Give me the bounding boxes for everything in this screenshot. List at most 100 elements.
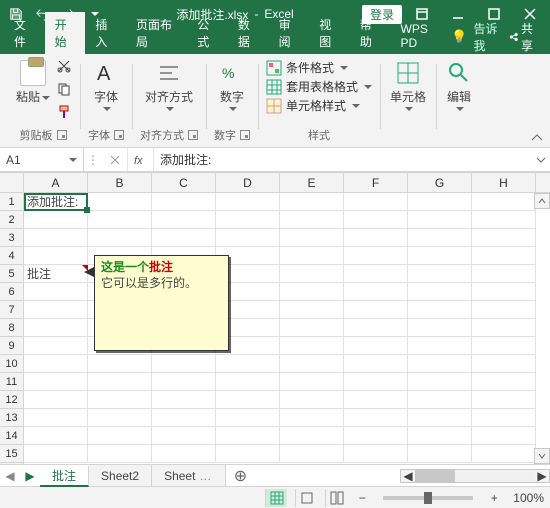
collapse-ribbon-icon[interactable] <box>528 131 546 145</box>
comment-popup[interactable]: 这是一个批注 它可以是多行的。 <box>94 255 229 351</box>
zoom-thumb[interactable] <box>424 492 432 504</box>
editing-button[interactable]: 编辑 <box>444 58 474 113</box>
tellme-label[interactable]: 告诉我 <box>473 20 502 54</box>
col-header-E[interactable]: E <box>280 173 344 192</box>
row-header-14[interactable]: 14 <box>0 427 23 445</box>
cell-styles-button[interactable]: 单元格样式 <box>266 96 360 115</box>
cell-B14[interactable] <box>88 427 152 445</box>
cell-B12[interactable] <box>88 391 152 409</box>
cells-area[interactable]: 这是一个批注 它可以是多行的。 添加批注:批注 <box>24 193 550 464</box>
cell-F3[interactable] <box>344 229 408 247</box>
normal-view-icon[interactable] <box>265 489 287 507</box>
cell-F5[interactable] <box>344 265 408 283</box>
cell-C2[interactable] <box>152 211 216 229</box>
worksheet-grid[interactable]: ABCDEFGH 123456789101112131415 这是一个批注 它可… <box>0 172 550 464</box>
cell-A10[interactable] <box>24 355 88 373</box>
cell-E12[interactable] <box>280 391 344 409</box>
cell-C14[interactable] <box>152 427 216 445</box>
cell-H12[interactable] <box>472 391 536 409</box>
row-header-10[interactable]: 10 <box>0 355 23 373</box>
cell-F12[interactable] <box>344 391 408 409</box>
paste-button[interactable]: 粘贴 <box>14 58 52 107</box>
tellme-icon[interactable]: 💡 <box>451 29 467 45</box>
cell-E10[interactable] <box>280 355 344 373</box>
scroll-up-icon[interactable] <box>534 193 550 209</box>
cell-C1[interactable] <box>152 193 216 211</box>
cell-B10[interactable] <box>88 355 152 373</box>
copy-icon[interactable] <box>56 81 72 100</box>
row-header-5[interactable]: 5 <box>0 265 23 283</box>
cell-H11[interactable] <box>472 373 536 391</box>
cells-button[interactable]: 单元格 <box>388 58 428 113</box>
cell-F6[interactable] <box>344 283 408 301</box>
cell-E15[interactable] <box>280 445 344 463</box>
cell-G1[interactable] <box>408 193 472 211</box>
cell-F11[interactable] <box>344 373 408 391</box>
cell-D3[interactable] <box>216 229 280 247</box>
cell-C10[interactable] <box>152 355 216 373</box>
hscroll-thumb[interactable] <box>415 470 455 482</box>
cell-G6[interactable] <box>408 283 472 301</box>
format-as-table-button[interactable]: 套用表格格式 <box>266 77 372 96</box>
name-box[interactable]: A1 <box>0 148 84 171</box>
cell-F4[interactable] <box>344 247 408 265</box>
page-break-view-icon[interactable] <box>325 489 347 507</box>
row-header-11[interactable]: 11 <box>0 373 23 391</box>
formula-bar[interactable]: 添加批注: <box>154 148 532 171</box>
cell-G3[interactable] <box>408 229 472 247</box>
row-header-2[interactable]: 2 <box>0 211 23 229</box>
cell-A8[interactable] <box>24 319 88 337</box>
alignment-launcher-icon[interactable] <box>188 130 198 140</box>
scroll-down-icon[interactable] <box>534 448 550 464</box>
cell-C15[interactable] <box>152 445 216 463</box>
cell-B11[interactable] <box>88 373 152 391</box>
cell-G2[interactable] <box>408 211 472 229</box>
row-headers[interactable]: 123456789101112131415 <box>0 193 24 464</box>
conditional-format-button[interactable]: 条件格式 <box>266 58 348 77</box>
tab-wps[interactable]: WPS PD <box>391 18 452 54</box>
cell-E5[interactable] <box>280 265 344 283</box>
cell-D14[interactable] <box>216 427 280 445</box>
cell-A12[interactable] <box>24 391 88 409</box>
cell-C12[interactable] <box>152 391 216 409</box>
cell-D13[interactable] <box>216 409 280 427</box>
cell-E2[interactable] <box>280 211 344 229</box>
col-header-B[interactable]: B <box>88 173 152 192</box>
cell-G7[interactable] <box>408 301 472 319</box>
number-launcher-icon[interactable] <box>240 130 250 140</box>
cell-A14[interactable] <box>24 427 88 445</box>
cell-E7[interactable] <box>280 301 344 319</box>
cell-D11[interactable] <box>216 373 280 391</box>
cell-B1[interactable] <box>88 193 152 211</box>
cell-G10[interactable] <box>408 355 472 373</box>
clipboard-launcher-icon[interactable] <box>57 130 67 140</box>
hscroll-left-icon[interactable]: ◀ <box>401 470 415 482</box>
cell-H6[interactable] <box>472 283 536 301</box>
cell-E3[interactable] <box>280 229 344 247</box>
cell-H10[interactable] <box>472 355 536 373</box>
select-all-corner[interactable] <box>0 173 24 193</box>
zoom-level[interactable]: 100% <box>513 491 544 505</box>
col-header-H[interactable]: H <box>472 173 536 192</box>
cell-A2[interactable] <box>24 211 88 229</box>
row-header-1[interactable]: 1 <box>0 193 23 211</box>
cell-A11[interactable] <box>24 373 88 391</box>
cell-F8[interactable] <box>344 319 408 337</box>
tab-home[interactable]: 开始 <box>45 12 86 54</box>
cell-D1[interactable] <box>216 193 280 211</box>
cell-G12[interactable] <box>408 391 472 409</box>
cell-F1[interactable] <box>344 193 408 211</box>
sheet-nav-prev-icon[interactable]: ◀ <box>0 465 20 486</box>
cell-F2[interactable] <box>344 211 408 229</box>
cell-H1[interactable] <box>472 193 536 211</box>
cell-H5[interactable] <box>472 265 536 283</box>
tab-layout[interactable]: 页面布局 <box>126 12 187 54</box>
cell-B13[interactable] <box>88 409 152 427</box>
tab-help[interactable]: 帮助 <box>350 12 391 54</box>
cell-F14[interactable] <box>344 427 408 445</box>
horizontal-scrollbar[interactable]: ◀ ▶ <box>400 469 550 483</box>
cell-H7[interactable] <box>472 301 536 319</box>
cell-G11[interactable] <box>408 373 472 391</box>
share-button[interactable]: 共享 <box>509 20 541 54</box>
row-header-13[interactable]: 13 <box>0 409 23 427</box>
